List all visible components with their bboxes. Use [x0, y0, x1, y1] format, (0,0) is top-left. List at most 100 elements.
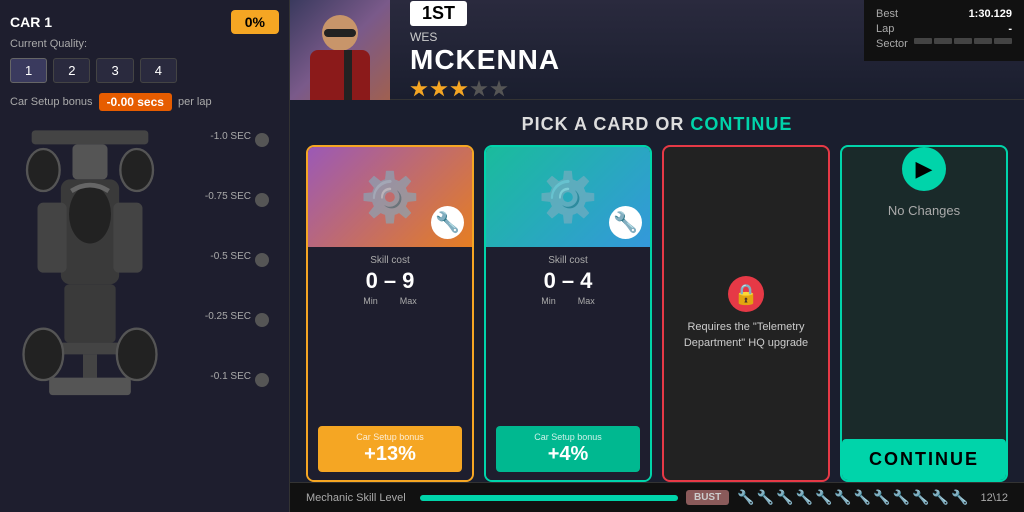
card-2-wrench-icon: 🔧	[609, 206, 642, 239]
sec-dot-2	[255, 193, 269, 207]
card-2-bonus: Car Setup bonus +4%	[496, 426, 640, 472]
car-diagram	[20, 121, 160, 471]
sector-dash-5	[994, 38, 1012, 44]
wrench-8: 🔧	[873, 489, 890, 506]
stat-row-lap: Lap -	[876, 23, 1012, 35]
card-1-wrench-icon: 🔧	[431, 206, 464, 239]
pick-text: PICK A CARD OR	[522, 114, 685, 134]
card-2-skill-label: Skill cost	[548, 255, 587, 266]
skill-progress-bar	[420, 495, 678, 501]
card-3-locked-body: 🔒 Requires the "Telemetry Department" HQ…	[664, 147, 828, 480]
star-3	[450, 80, 468, 98]
per-lap-label: per lap	[178, 96, 212, 108]
sec-dot-4	[255, 313, 269, 327]
card-1-image: ⚙️ 🔧	[308, 147, 472, 247]
card-1-body: Skill cost 0 – 9 Min Max Car Setup bonus…	[308, 247, 472, 480]
right-panel: 1ST WES MCKENNA Best 1:30.129 Lap - Sect…	[290, 0, 1024, 512]
stat-row-sector: Sector	[876, 38, 1012, 50]
position-badge: 1ST	[410, 1, 467, 26]
card-1-dash: –	[384, 268, 396, 294]
slot-tab-3[interactable]: 3	[96, 58, 133, 83]
card-1-skill-label: Skill cost	[370, 255, 409, 266]
pick-card-header: PICK A CARD OR CONTINUE	[290, 100, 1024, 145]
bottom-bar: Mechanic Skill Level BUST 🔧 🔧 🔧 🔧 🔧 🔧 🔧 …	[290, 482, 1024, 512]
best-value: 1:30.129	[969, 8, 1012, 20]
no-changes-label: No Changes	[888, 203, 960, 218]
card-2-max-label: Max	[578, 296, 595, 306]
card-continue[interactable]: ▶ No Changes CONTINUE	[840, 145, 1008, 482]
sector-dashes	[914, 38, 1012, 50]
cards-area: ⚙️ 🔧 Skill cost 0 – 9 Min Max Car Setup …	[290, 145, 1024, 482]
card-3[interactable]: 🔒 Requires the "Telemetry Department" HQ…	[662, 145, 830, 482]
car-title: CAR 1	[10, 14, 52, 30]
driver-last-name: MCKENNA	[410, 46, 560, 74]
quality-badge: 0%	[231, 10, 279, 34]
wrench-4: 🔧	[796, 489, 813, 506]
slot-tab-4[interactable]: 4	[140, 58, 177, 83]
star-5	[490, 80, 508, 98]
wrench-5: 🔧	[815, 489, 832, 506]
sec-label-5: -0.1 SEC	[210, 371, 251, 382]
card-1-min-max: Min Max	[363, 296, 417, 306]
current-quality-label: Current Quality:	[10, 38, 279, 50]
card-2[interactable]: ⚙️ 🔧 Skill cost 0 – 4 Min Max Car Setup …	[484, 145, 652, 482]
sec-dot-1	[255, 133, 269, 147]
card-2-max-val: 4	[580, 268, 592, 294]
card-2-skill-values: 0 – 4	[544, 268, 593, 294]
driver-stars	[410, 80, 560, 98]
driver-glasses	[324, 29, 356, 37]
sector-dash-4	[974, 38, 992, 44]
car-diagram-area: -1.0 SEC -0.75 SEC -0.5 SEC -0.25 SEC -0…	[10, 121, 279, 421]
slot-tab-2[interactable]: 2	[53, 58, 90, 83]
slot-tabs: 1 2 3 4	[10, 58, 279, 83]
star-2	[430, 80, 448, 98]
continue-arrow-icon[interactable]: ▶	[902, 147, 946, 191]
card-1-bonus-value: +13%	[318, 443, 462, 466]
mechanic-skill-label: Mechanic Skill Level	[306, 492, 406, 504]
star-4	[470, 80, 488, 98]
setup-bonus-value: -0.00 secs	[99, 93, 172, 111]
card-1-min-val: 0	[366, 268, 378, 294]
card-1[interactable]: ⚙️ 🔧 Skill cost 0 – 9 Min Max Car Setup …	[306, 145, 474, 482]
card-2-min-val: 0	[544, 268, 556, 294]
driver-jacket-stripe	[344, 50, 352, 100]
sec-label-2: -0.75 SEC	[205, 191, 251, 202]
card-1-skill-values: 0 – 9	[366, 268, 415, 294]
continue-button[interactable]: CONTINUE	[842, 439, 1006, 480]
skill-count: 12\12	[980, 492, 1008, 504]
lap-value: -	[1008, 23, 1012, 35]
sec-label-4: -0.25 SEC	[205, 311, 251, 322]
pick-highlight: CONTINUE	[690, 114, 792, 134]
sector-dash-2	[934, 38, 952, 44]
driver-portrait-inner	[300, 10, 380, 100]
slot-tab-1[interactable]: 1	[10, 58, 47, 83]
card-2-body: Skill cost 0 – 4 Min Max Car Setup bonus…	[486, 247, 650, 480]
skill-progress-fill	[420, 495, 678, 501]
driver-portrait	[290, 0, 390, 100]
left-header: CAR 1 0%	[10, 10, 279, 34]
card-1-icon: ⚙️	[360, 169, 420, 226]
lap-label: Lap	[876, 23, 894, 35]
wrench-12: 🔧	[951, 489, 968, 506]
card-2-icon: ⚙️	[538, 169, 598, 226]
card-2-bonus-value: +4%	[496, 443, 640, 466]
star-1	[410, 80, 428, 98]
wrench-2: 🔧	[757, 489, 774, 506]
sector-dash-1	[914, 38, 932, 44]
card-1-max-val: 9	[402, 268, 414, 294]
card-1-min-label: Min	[363, 296, 378, 306]
card-2-image: ⚙️ 🔧	[486, 147, 650, 247]
wrench-9: 🔧	[893, 489, 910, 506]
driver-body	[310, 50, 370, 100]
wrench-6: 🔧	[834, 489, 851, 506]
wrench-1: 🔧	[737, 489, 754, 506]
card-1-bonus-label: Car Setup bonus	[318, 432, 462, 442]
stats-panel: Best 1:30.129 Lap - Sector	[864, 0, 1024, 61]
stat-row-best: Best 1:30.129	[876, 8, 1012, 20]
driver-info: 1ST WES MCKENNA	[390, 0, 580, 99]
setup-bonus-label: Car Setup bonus	[10, 96, 93, 108]
sec-dot-3	[255, 253, 269, 267]
sector-dash-3	[954, 38, 972, 44]
card-2-min-max: Min Max	[541, 296, 595, 306]
card-2-dash: –	[562, 268, 574, 294]
